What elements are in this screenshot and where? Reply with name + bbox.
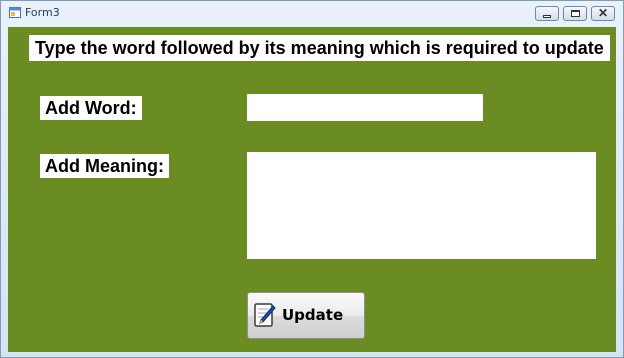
form-icon <box>9 7 21 18</box>
update-button-label: Update <box>282 306 344 324</box>
word-input[interactable] <box>247 94 483 121</box>
instruction-heading: Type the word followed by its meaning wh… <box>29 35 610 61</box>
form-client-area: Type the word followed by its meaning wh… <box>8 27 616 352</box>
add-meaning-label: Add Meaning: <box>40 154 169 178</box>
title-bar[interactable]: Form3 ✕ <box>1 1 623 25</box>
maximize-button[interactable] <box>563 6 587 21</box>
meaning-textarea[interactable] <box>247 152 596 259</box>
maximize-icon <box>571 10 580 17</box>
notepad-pen-icon <box>254 303 276 327</box>
minimize-icon <box>543 15 551 18</box>
minimize-button[interactable] <box>535 6 559 21</box>
window-title: Form3 <box>25 6 60 19</box>
form-window: Form3 ✕ Type the word followed by its me… <box>0 0 624 358</box>
update-button[interactable]: Update <box>247 292 365 339</box>
close-button[interactable]: ✕ <box>591 6 615 21</box>
add-word-label: Add Word: <box>40 96 142 120</box>
close-icon: ✕ <box>597 6 609 20</box>
